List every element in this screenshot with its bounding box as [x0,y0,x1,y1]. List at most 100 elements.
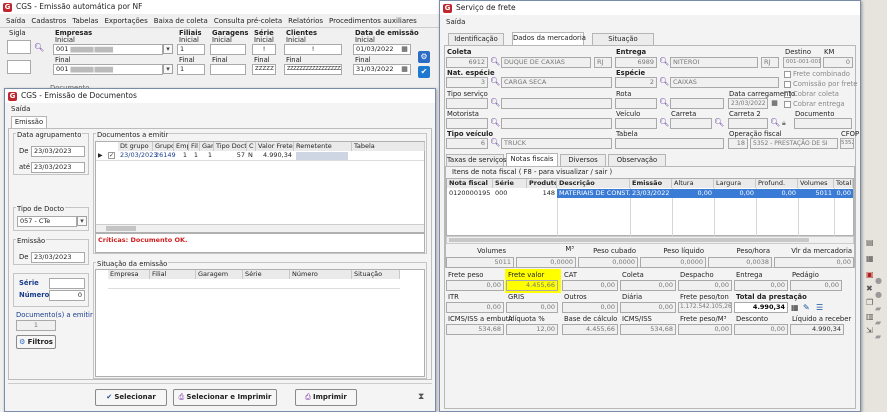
serie-input[interactable] [49,278,85,289]
numero-input[interactable]: 0 [49,290,85,301]
search-icon[interactable]: 🔍︎ [490,98,500,108]
lock-icon[interactable]: 🔒︎ [782,119,786,128]
circle-icon[interactable]: ● [875,276,882,285]
calendar-icon[interactable]: ▦ [770,99,779,108]
search-icon[interactable]: 🔍︎ [770,118,780,128]
pdf-icon[interactable]: ▣ [866,270,874,279]
tot-peso-liquido-value: 0,0000 [640,257,706,268]
criticas-box: Críticas: Documento OK. [95,233,425,253]
cobrar-entrega-checkbox[interactable] [784,101,791,108]
edit-icon[interactable]: ✎ [803,303,810,312]
menu-consulta-pre-coleta[interactable]: Consulta pré-coleta [214,17,282,25]
clientes-inicial-input[interactable]: ! [284,44,342,55]
tab-identificacao[interactable]: Identificação [448,33,504,45]
tab-observacao[interactable]: Observação [608,154,666,166]
tab-notas-fiscais[interactable]: Notas fiscais [506,153,558,166]
chat-icon[interactable]: ▰ [875,304,881,313]
menu-exportacoes[interactable]: Exportações [104,17,147,25]
confirm-check-icon[interactable]: ✔ [418,66,430,78]
menu-relatorios[interactable]: Relatórios [288,17,323,25]
empresas-inicial-input[interactable]: 001 ▆▆▆▆▆ ▆▆▆▆ [53,44,163,55]
imprimir-label: Imprimir [312,393,347,401]
empresas-final-dropdown[interactable]: ▾ [163,64,173,74]
tipo-docto-dropdown[interactable]: ▾ [77,216,87,226]
total-prestacao-value[interactable]: 4.990,34 [734,302,788,313]
grid-icon[interactable]: ▤ [866,238,874,247]
agrup-ate-input[interactable]: 23/03/2023 [31,162,85,173]
search-icon[interactable]: 🔍︎ [659,77,669,87]
garagens-inicial-input[interactable] [210,44,246,55]
search-icon[interactable]: 🔍︎ [490,57,500,67]
calendar-icon[interactable]: ▦ [400,65,409,74]
calculator-icon[interactable]: ▦ [791,303,799,312]
emissao-de-input[interactable]: 23/03/2023 [31,252,85,263]
nf-hscrollbar[interactable] [446,236,854,244]
app-logo: G [443,4,452,13]
tab-diversos[interactable]: Diversos [560,154,606,166]
menu-procedimentos[interactable]: Procedimentos auxiliares [329,17,417,25]
selecionar-imprimir-button[interactable]: ⎙ Selecionar e Imprimir [173,389,277,406]
agrup-de-input[interactable]: 23/03/2023 [31,146,85,157]
search-icon[interactable]: 🔍︎ [659,98,669,108]
search-icon[interactable]: 🔍︎ [659,118,669,128]
comissao-checkbox[interactable] [784,81,791,88]
chat-icon[interactable]: ▰ [875,318,881,327]
menu-tabelas[interactable]: Tabelas [72,17,98,25]
trash-icon[interactable]: ▥ [866,312,874,321]
filtros-button[interactable]: ⚙ Filtros [16,335,56,349]
tipo-docto-select[interactable]: 057 - CTe [17,216,77,227]
table-icon[interactable]: ▦ [866,254,874,263]
destino-label: Destino [785,48,811,56]
selecionar-button[interactable]: ✔ Selecionar [95,389,167,406]
imprimir-button[interactable]: ⎙ Imprimir [295,389,357,406]
empresas-inicial-dropdown[interactable]: ▾ [163,44,173,54]
menu-saida[interactable]: Saída [446,18,465,26]
sigla-search-icon[interactable]: 🔍︎ [34,43,44,53]
circle-icon[interactable]: ● [875,290,882,299]
sigla-final-input[interactable] [7,60,31,74]
settings-gear-icon[interactable]: ⚙ [418,51,430,63]
empresas-final-input[interactable]: 001 ▆▆▆▆▆ ▆▆▆▆ [53,64,163,75]
icms-iss-value: 534,68 [620,324,676,335]
menu-cadastros[interactable]: Cadastros [31,17,66,25]
clientes-final-input[interactable]: ZZZZZZZZZZZZZZZZZZ [284,64,342,75]
row-checkbox[interactable]: ✓ [108,152,115,159]
search-icon[interactable]: 🔍︎ [490,77,500,87]
table-row[interactable]: ▶ ✓ 23/03/2023 26149 1 1 1 57 N 4.990,34 [96,151,424,161]
frete-window: G Serviço de frete Saída Identificação Da… [439,0,861,412]
delete-icon[interactable]: ✖ [866,284,873,293]
menu-saida[interactable]: Saída [11,105,30,113]
col-altura: Altura [672,179,714,188]
tab-dados-mercadoria[interactable]: Dados da mercadoria [512,32,586,45]
comissao-label: Comissão por frete [793,80,858,88]
scroll-thumb[interactable] [106,226,136,231]
search-icon[interactable]: 🔍︎ [490,118,500,128]
garagens-final-input[interactable] [210,64,246,75]
docs-grid: Dt grupo Grupo Emp Fil Gar Tipo Docto C … [95,141,425,233]
calendar-icon[interactable]: ▦ [400,45,409,54]
filiais-inicial-input[interactable]: 1 [177,44,205,55]
search-icon[interactable]: 🔍︎ [714,118,724,128]
copy-icon[interactable]: ❐ [866,298,873,307]
chat-icon[interactable]: ▰ [875,332,881,341]
list-icon[interactable]: ☰ [816,303,823,312]
tipo-veiculo-value: TRUCK [501,138,612,149]
entrega-uf: RJ [761,57,779,68]
scroll-thumb[interactable] [449,238,809,242]
serie-inicial-input[interactable]: ! [252,44,276,55]
filtros-label: Filtros [27,338,53,346]
frete-combinado-checkbox[interactable] [784,71,791,78]
menu-baixa-coleta[interactable]: Baixa de coleta [154,17,208,25]
tab-situacao[interactable]: Situação [592,33,654,45]
filiais-final-input[interactable]: 1 [177,64,205,75]
serie-final-input[interactable]: ZZZZZ [252,64,276,75]
exit-icon[interactable]: ⇲ [866,326,873,335]
search-icon[interactable]: 🔍︎ [490,138,500,148]
tot-vlr-mercadoria-value: 0,00 [774,257,854,268]
menu-saida[interactable]: Saída [6,17,25,25]
sigla-input[interactable] [7,40,31,54]
table-row[interactable]: 0120000195 000 148 MATERIAIS DE CONST. 2… [447,189,853,198]
tab-taxas-servicos[interactable]: Taxas de serviços [446,154,507,166]
docs-hscrollbar[interactable] [96,224,424,232]
search-icon[interactable]: 🔍︎ [659,57,669,67]
